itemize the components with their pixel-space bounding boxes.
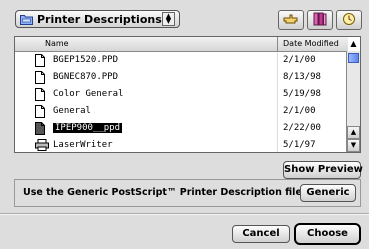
document-icon <box>35 71 45 87</box>
choose-button[interactable]: Choose <box>294 223 361 245</box>
list-item[interactable]: LaserWriter 5/1/97 <box>15 137 348 152</box>
column-divider <box>277 37 278 51</box>
clock-icon <box>341 11 357 30</box>
footer-divider-highlight <box>0 214 369 215</box>
row-divider <box>277 52 278 69</box>
row-divider <box>277 69 278 86</box>
file-date: 8/13/98 <box>283 72 321 82</box>
bookmarks-icon <box>312 11 328 30</box>
file-date: 2/22/00 <box>283 123 321 133</box>
document-icon <box>35 88 45 104</box>
scroll-up-arrow-icon[interactable]: ▲ <box>347 126 360 139</box>
generic-message: Use the Generic PostScript™ Printer Desc… <box>23 187 306 198</box>
scroll-down-arrow-icon[interactable]: ▼ <box>347 139 360 152</box>
printer-description-dialog: Printer Descriptions ▲ ▼ Name Date Modifi… <box>0 0 369 249</box>
list-item[interactable]: Color General 5/19/98 <box>15 86 348 103</box>
cancel-button[interactable]: Cancel <box>232 225 290 243</box>
list-header: Name Date Modified <box>15 37 348 52</box>
row-divider <box>277 137 278 152</box>
shortcuts-button[interactable] <box>278 10 304 30</box>
document-icon <box>35 122 45 138</box>
printer-icon <box>35 139 49 152</box>
list-item-selected[interactable]: IPEP900__ppd 2/22/00 <box>15 120 348 137</box>
file-date: 2/1/00 <box>283 106 316 116</box>
favorites-button[interactable] <box>307 10 333 30</box>
list-item[interactable]: General 2/1/00 <box>15 103 348 120</box>
column-header-name[interactable]: Name <box>45 39 69 48</box>
popup-arrows-icon: ▲ ▼ <box>161 12 175 26</box>
file-name: BGEP1520.PPD <box>53 55 119 65</box>
file-date: 5/19/98 <box>283 89 321 99</box>
sort-order-button[interactable]: ▲ <box>347 37 360 50</box>
row-divider <box>277 120 278 137</box>
folder-popup[interactable]: Printer Descriptions ▲ ▼ <box>15 10 180 28</box>
pointing-hand-icon <box>282 11 300 30</box>
list-item[interactable]: BGNEC870.PPD 8/13/98 <box>15 69 348 86</box>
folder-icon <box>20 14 33 25</box>
list-item[interactable]: BGEP1520.PPD 2/1/00 <box>15 52 348 69</box>
row-divider <box>277 86 278 103</box>
document-icon <box>35 54 45 70</box>
file-date: 5/1/97 <box>283 140 316 150</box>
list-rows: BGEP1520.PPD 2/1/00 BGNEC870.PPD 8/13/98… <box>15 52 348 152</box>
scroll-thumb[interactable] <box>348 53 359 63</box>
file-name: IPEP900__ppd <box>53 123 123 133</box>
generic-button[interactable]: Generic <box>300 184 356 202</box>
folder-popup-label: Printer Descriptions <box>37 12 162 26</box>
generic-ppd-box: Use the Generic PostScript™ Printer Desc… <box>14 179 361 207</box>
file-date: 2/1/00 <box>283 55 316 65</box>
file-name: LaserWriter <box>53 140 113 150</box>
file-name: General <box>53 106 91 116</box>
file-list[interactable]: Name Date Modified BGEP1520.PPD 2/1/00 B… <box>14 36 361 153</box>
row-divider <box>277 103 278 120</box>
file-name: BGNEC870.PPD <box>53 72 119 82</box>
column-header-date[interactable]: Date Modified <box>283 39 339 48</box>
document-icon <box>35 105 45 121</box>
show-preview-button[interactable]: Show Preview <box>283 161 363 179</box>
vertical-scrollbar[interactable]: ▲ ▼ <box>346 51 360 152</box>
recent-button[interactable] <box>336 10 362 30</box>
file-name: Color General <box>53 89 124 99</box>
